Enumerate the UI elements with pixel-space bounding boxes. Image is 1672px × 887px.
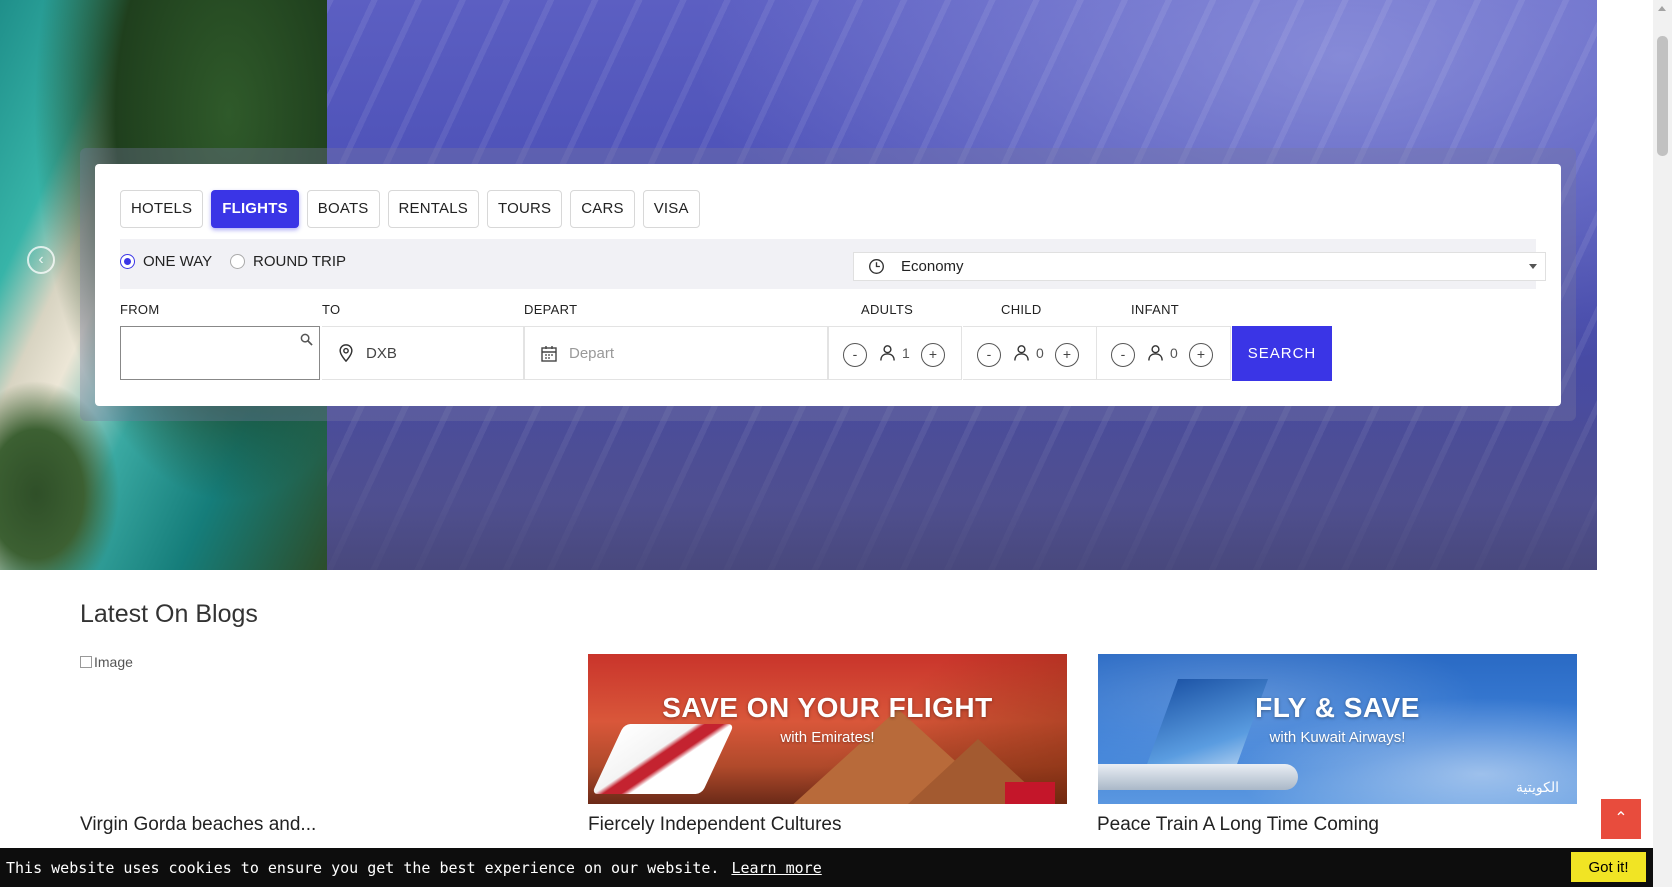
tab-hotels[interactable]: HOTELS (120, 190, 204, 228)
blog-image-kuwait[interactable]: الكويتية FLY & SAVE with Kuwait Airways! (1098, 654, 1577, 804)
adults-minus-button[interactable]: - (843, 343, 867, 367)
banner-headline: SAVE ON YOUR FLIGHT (662, 692, 993, 723)
blog-post-title[interactable]: Virgin Gorda beaches and... (80, 814, 316, 836)
location-pin-icon (339, 344, 353, 362)
child-counter: - 0 + (963, 326, 1097, 380)
radio-unchecked-icon (230, 254, 245, 269)
cabin-class-value: Economy (901, 258, 964, 275)
search-card: HOTELS FLIGHTS BOATS RENTALS TOURS CARS … (95, 164, 1561, 406)
adults-count: 1 (902, 345, 910, 361)
to-input[interactable]: DXB (322, 326, 524, 380)
person-icon (880, 345, 895, 361)
slider-next-arrow-icon[interactable]: › (1602, 246, 1630, 274)
back-to-top-button[interactable]: ⌃ (1601, 799, 1641, 839)
cookie-banner: This website uses cookies to ensure you … (0, 848, 1653, 887)
slider-prev-arrow-icon[interactable]: ‹ (27, 246, 55, 274)
from-input[interactable] (120, 326, 320, 380)
tab-flights[interactable]: FLIGHTS (211, 190, 299, 228)
tab-visa[interactable]: VISA (642, 190, 700, 228)
emirates-logo (1005, 782, 1055, 804)
child-minus-button[interactable]: - (977, 343, 1001, 367)
infant-label: INFANT (1131, 302, 1180, 317)
learn-more-link[interactable]: Learn more (731, 859, 821, 877)
infant-count: 0 (1170, 345, 1178, 361)
blog-image-broken[interactable]: Image (80, 654, 133, 670)
to-value: DXB (366, 344, 397, 362)
cookie-accept-button[interactable]: Got it! (1571, 852, 1646, 882)
round-trip-label: ROUND TRIP (253, 253, 347, 270)
infant-counter: - 0 + (1097, 326, 1231, 380)
child-plus-button[interactable]: + (1055, 343, 1079, 367)
broken-image-icon (80, 656, 92, 668)
depart-label: DEPART (524, 302, 578, 317)
to-label: TO (322, 302, 341, 317)
from-label: FROM (120, 302, 160, 317)
blog-post-title[interactable]: Fiercely Independent Cultures (588, 814, 841, 836)
blog-image-emirates[interactable]: SAVE ON YOUR FLIGHT with Emirates! (588, 654, 1067, 804)
cookie-message: This website uses cookies to ensure you … (6, 858, 720, 877)
child-count: 0 (1036, 345, 1044, 361)
scroll-up-arrow-icon[interactable] (1658, 6, 1666, 11)
adults-plus-button[interactable]: + (921, 343, 945, 367)
tab-rentals[interactable]: RENTALS (387, 190, 479, 228)
banner-headline: FLY & SAVE (1255, 692, 1420, 723)
search-icon (300, 333, 313, 346)
broken-image-alt: Image (94, 654, 133, 670)
adults-counter: - 1 + (828, 326, 962, 380)
plane-body-graphic (1098, 764, 1298, 790)
tab-tours[interactable]: TOURS (487, 190, 563, 228)
kuwait-airways-logo: الكويتية (1516, 779, 1559, 795)
person-icon (1014, 345, 1029, 361)
banner-subtitle: with Emirates! (780, 729, 875, 746)
banner-subtitle: with Kuwait Airways! (1269, 729, 1406, 746)
tab-cars[interactable]: CARS (570, 190, 635, 228)
calendar-icon (541, 345, 557, 362)
cabin-class-select[interactable]: Economy (853, 252, 1546, 281)
trip-options-bar: ONE WAY ROUND TRIP Economy (120, 239, 1546, 289)
one-way-radio[interactable]: ONE WAY (120, 253, 212, 270)
search-tabs: HOTELS FLIGHTS BOATS RENTALS TOURS CARS … (120, 190, 700, 228)
clock-icon (869, 259, 884, 274)
chevron-down-icon (1529, 264, 1537, 269)
one-way-label: ONE WAY (143, 253, 213, 270)
adults-label: ADULTS (861, 302, 914, 317)
tab-boats[interactable]: BOATS (306, 190, 380, 228)
search-button[interactable]: SEARCH (1232, 326, 1332, 381)
person-icon (1148, 345, 1163, 361)
scrollbar-thumb[interactable] (1657, 36, 1668, 156)
blogs-heading: Latest On Blogs (80, 600, 258, 628)
round-trip-radio[interactable]: ROUND TRIP (230, 253, 346, 270)
page-scrollbar[interactable] (1653, 0, 1672, 887)
blog-post-title[interactable]: Peace Train A Long Time Coming (1097, 814, 1379, 836)
radio-checked-icon (120, 254, 135, 269)
depart-date-input[interactable]: Depart (524, 326, 828, 380)
child-label: CHILD (1001, 302, 1042, 317)
depart-placeholder: Depart (569, 344, 615, 362)
infant-minus-button[interactable]: - (1111, 343, 1135, 367)
infant-plus-button[interactable]: + (1189, 343, 1213, 367)
